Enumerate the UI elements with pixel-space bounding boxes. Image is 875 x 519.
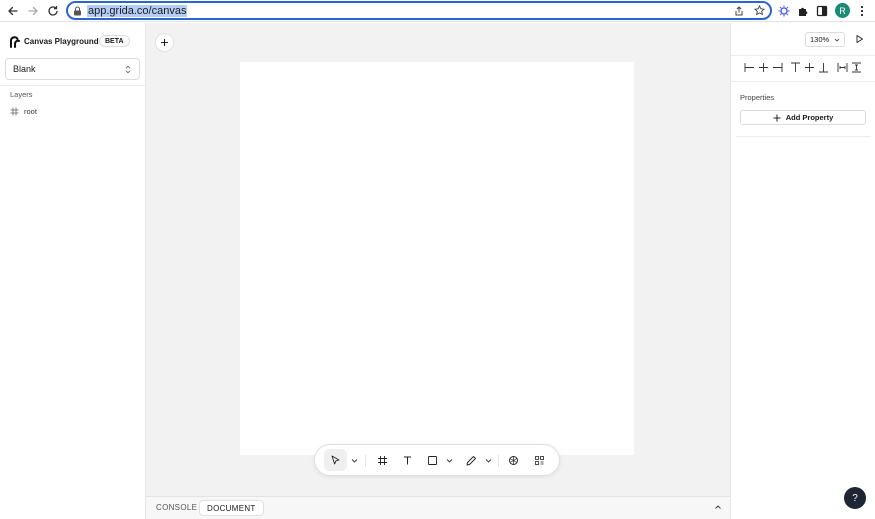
app-title: Canvas Playground xyxy=(24,37,99,46)
toolbar-separator xyxy=(498,455,499,467)
frame-tool-button[interactable] xyxy=(371,449,393,471)
tab-console[interactable]: CONSOLE xyxy=(151,500,202,516)
layer-item-label: root xyxy=(24,107,37,116)
align-horizontal-center-icon[interactable] xyxy=(758,62,769,73)
tool-toolbar xyxy=(314,444,560,476)
artboard-root[interactable] xyxy=(240,62,634,455)
browser-toolbar: app.grida.co/canvas R xyxy=(0,0,875,22)
cursor-tool-button[interactable] xyxy=(324,449,347,471)
toolbar-separator xyxy=(365,455,366,467)
lock-icon xyxy=(74,6,81,16)
left-sidebar: Canvas Playground BETA Blank Layers root xyxy=(0,23,146,519)
distribute-horizontal-icon[interactable] xyxy=(837,62,848,73)
address-bar[interactable]: app.grida.co/canvas xyxy=(66,1,772,20)
canvas-area[interactable] xyxy=(146,23,730,496)
layers-heading: Layers xyxy=(10,90,33,99)
plus-icon xyxy=(773,114,781,121)
chevron-down-icon xyxy=(834,38,840,42)
chevron-down-icon xyxy=(485,458,491,463)
play-icon[interactable] xyxy=(855,34,864,44)
layer-item-root[interactable]: root xyxy=(8,106,138,118)
document-select[interactable]: Blank xyxy=(5,58,140,80)
grida-logo-icon xyxy=(10,36,20,48)
align-left-icon[interactable] xyxy=(744,62,755,73)
arrow-left-icon xyxy=(8,6,18,16)
align-top-icon[interactable] xyxy=(790,62,801,73)
chevron-down-icon xyxy=(351,458,357,463)
ai-tool-button[interactable] xyxy=(502,449,524,471)
side-panel-icon[interactable] xyxy=(815,4,829,18)
align-bottom-icon[interactable] xyxy=(818,62,829,73)
cursor-icon xyxy=(331,455,340,464)
profile-avatar[interactable]: R xyxy=(835,3,850,18)
document-select-value: Blank xyxy=(13,64,36,74)
reload-icon xyxy=(48,6,58,16)
url-text: app.grida.co/canvas xyxy=(87,5,188,17)
extensions-puzzle-icon[interactable] xyxy=(796,4,810,18)
add-property-label: Add Property xyxy=(785,112,834,122)
scan-tool-button[interactable] xyxy=(528,449,550,471)
chevron-up-down-icon xyxy=(125,65,131,74)
scan-icon xyxy=(534,455,544,465)
frame-hash-icon xyxy=(377,455,387,465)
add-property-button[interactable]: Add Property xyxy=(740,110,866,125)
panel-divider xyxy=(736,136,871,137)
text-icon xyxy=(403,456,411,464)
back-button[interactable] xyxy=(5,3,21,19)
forward-button[interactable] xyxy=(25,3,41,19)
grida-extension-icon[interactable] xyxy=(777,4,791,18)
chevron-up-icon[interactable] xyxy=(714,503,722,511)
zoom-select[interactable]: 130% xyxy=(805,32,845,47)
align-right-icon[interactable] xyxy=(772,62,783,73)
star-icon[interactable] xyxy=(754,5,765,16)
zoom-value: 130% xyxy=(810,35,830,44)
hash-frame-icon xyxy=(10,107,19,116)
cursor-options-button[interactable] xyxy=(348,449,360,471)
share-icon[interactable] xyxy=(734,6,744,16)
pencil-tool-button[interactable] xyxy=(460,449,482,471)
openai-icon xyxy=(508,455,518,465)
text-tool-button[interactable] xyxy=(396,449,418,471)
tab-document[interactable]: DOCUMENT xyxy=(199,500,264,516)
sidebar-divider xyxy=(0,85,146,86)
help-button[interactable]: ? xyxy=(844,487,866,509)
shape-options-button[interactable] xyxy=(443,449,455,471)
align-vertical-center-icon[interactable] xyxy=(804,62,815,73)
add-button[interactable] xyxy=(155,33,174,52)
chevron-down-icon xyxy=(446,458,452,463)
pencil-options-button[interactable] xyxy=(482,449,494,471)
panel-divider xyxy=(731,81,875,82)
plus-icon xyxy=(161,39,168,46)
bottom-panel: CONSOLE DOCUMENT xyxy=(146,496,730,519)
arrow-right-icon xyxy=(28,6,38,16)
panel-divider xyxy=(731,55,875,56)
kebab-menu-icon[interactable] xyxy=(855,4,869,18)
properties-heading: Properties xyxy=(740,93,775,102)
distribute-vertical-icon[interactable] xyxy=(851,62,862,73)
rectangle-tool-button[interactable] xyxy=(421,449,443,471)
reload-button[interactable] xyxy=(45,3,61,19)
right-panel: 130% Properties Add Property ? xyxy=(730,23,875,519)
pencil-icon xyxy=(466,455,476,465)
beta-badge: BETA xyxy=(99,35,130,47)
rectangle-icon xyxy=(427,455,437,465)
